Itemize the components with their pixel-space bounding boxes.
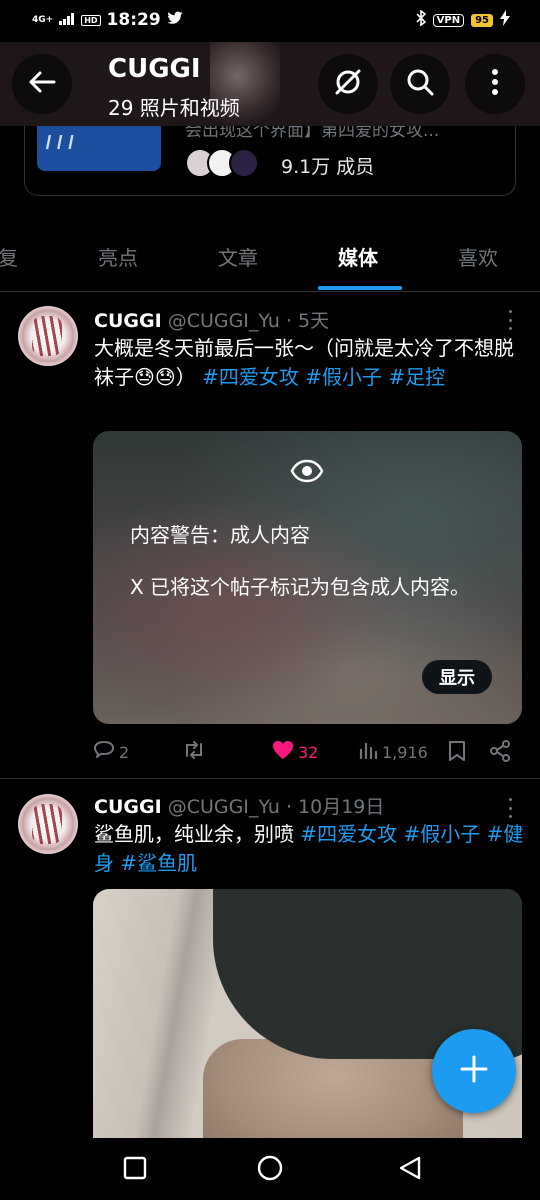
arrow-left-icon <box>28 70 56 98</box>
back-nav-button[interactable] <box>396 1156 424 1184</box>
clock: 18:29 <box>106 10 161 30</box>
post-more-button[interactable] <box>504 798 516 818</box>
twitter-bird-icon <box>167 11 183 29</box>
like-count: 32 <box>298 742 319 762</box>
hashtag[interactable]: #足控 <box>388 365 445 389</box>
hashtag[interactable]: #鲨鱼肌 <box>120 851 197 875</box>
post-body: 大概是冬天前最后一张～（问就是太冷了不想脱袜子😓😓） <box>94 336 514 389</box>
bookmark-icon <box>448 740 466 766</box>
member-avatars <box>185 148 259 178</box>
grok-icon <box>333 67 363 101</box>
repost-button[interactable] <box>182 740 206 764</box>
member-count: 9.1万 成员 <box>281 156 375 178</box>
home-button[interactable] <box>256 1154 284 1186</box>
dot-icon <box>508 318 512 322</box>
views-button[interactable]: 1,916 <box>358 740 428 764</box>
charging-icon <box>500 10 510 30</box>
hashtag[interactable]: #假小子 <box>305 365 382 389</box>
reply-button[interactable]: 2 <box>93 740 129 764</box>
dot-icon <box>508 310 512 313</box>
battery-indicator: 95 <box>471 13 493 27</box>
dot-icon <box>508 798 512 801</box>
post-body: 鲨鱼肌，纯业余，别喷 <box>94 822 294 846</box>
tab-highlights[interactable]: 亮点 <box>98 242 138 271</box>
status-bar: 4G+ HD 18:29 VPN 95 <box>0 0 540 42</box>
profile-header: CUGGI 29 照片和视频 <box>0 42 540 126</box>
member-avatar <box>229 148 259 178</box>
post-meta: CUGGI @CUGGI_Yu · 10月19日 <box>94 792 384 819</box>
dot-icon <box>508 327 512 330</box>
triangle-back-icon <box>397 1155 423 1185</box>
hd-badge: HD <box>81 14 101 26</box>
network-indicator: 4G+ <box>32 14 54 25</box>
post-time: · 5天 <box>285 310 330 332</box>
view-count: 1,916 <box>382 742 428 762</box>
more-vertical-icon <box>491 68 499 100</box>
hashtag[interactable]: #四爱女攻 <box>300 822 397 846</box>
tab-articles[interactable]: 文章 <box>218 242 258 271</box>
bookmark-button[interactable] <box>448 740 466 766</box>
share-icon <box>489 740 511 766</box>
author-handle[interactable]: @CUGGI_Yu <box>168 796 280 818</box>
post-actions: 2 32 1,916 <box>0 740 540 766</box>
hashtag[interactable]: #四爱女攻 <box>202 365 299 389</box>
post-meta: CUGGI @CUGGI_Yu · 5天 <box>94 306 329 333</box>
grok-button[interactable] <box>318 54 378 114</box>
search-icon <box>406 68 434 100</box>
avatar[interactable] <box>18 306 78 366</box>
dot-icon <box>508 815 512 818</box>
plus-icon <box>459 1054 489 1088</box>
post-divider <box>0 778 540 779</box>
tab-likes[interactable]: 喜欢 <box>458 242 498 271</box>
sensitive-media[interactable]: 内容警告：成人内容 X 已将这个帖子标记为包含成人内容。 显示 <box>93 431 522 724</box>
share-button[interactable] <box>489 740 511 766</box>
author-name[interactable]: CUGGI <box>94 310 162 332</box>
search-button[interactable] <box>390 54 450 114</box>
square-icon <box>123 1156 147 1184</box>
like-button[interactable]: 32 <box>272 740 318 764</box>
hashtag[interactable]: #假小子 <box>403 822 480 846</box>
post-more-button[interactable] <box>504 310 516 330</box>
avatar[interactable] <box>18 794 78 854</box>
system-nav-bar <box>0 1138 540 1200</box>
vpn-badge: VPN <box>432 13 465 27</box>
signal-icon <box>59 11 75 29</box>
bluetooth-icon <box>416 9 426 30</box>
post-time: · 10月19日 <box>285 796 385 818</box>
dot-icon <box>508 806 512 810</box>
show-media-button[interactable]: 显示 <box>422 660 492 694</box>
reply-icon <box>93 740 115 764</box>
more-options-button[interactable] <box>465 54 525 114</box>
post-text: 鲨鱼肌，纯业余，别喷 #四爱女攻 #假小子 #健身 #鲨鱼肌 <box>94 820 530 878</box>
heart-icon <box>272 740 294 764</box>
author-name[interactable]: CUGGI <box>94 796 162 818</box>
media-count: 29 照片和视频 <box>108 96 240 120</box>
tab-media[interactable]: 媒体 <box>338 242 378 271</box>
compose-button[interactable] <box>432 1029 516 1113</box>
active-tab-indicator <box>318 286 402 290</box>
back-button[interactable] <box>12 54 72 114</box>
repost-icon <box>182 740 206 764</box>
warning-title: 内容警告：成人内容 <box>130 523 310 547</box>
profile-tabs: 复 亮点 文章 媒体 喜欢 <box>0 220 540 292</box>
eye-icon <box>290 459 324 487</box>
post-text: 大概是冬天前最后一张～（问就是太冷了不想脱袜子😓😓） #四爱女攻 #假小子 #足… <box>94 334 530 392</box>
reply-count: 2 <box>119 742 130 762</box>
circle-icon <box>256 1154 284 1186</box>
warning-text: X 已将这个帖子标记为包含成人内容。 <box>130 575 471 599</box>
page-title: CUGGI <box>108 54 201 84</box>
views-icon <box>358 740 378 764</box>
tab-replies[interactable]: 复 <box>0 242 18 271</box>
recents-button[interactable] <box>121 1156 149 1184</box>
author-handle[interactable]: @CUGGI_Yu <box>168 310 280 332</box>
